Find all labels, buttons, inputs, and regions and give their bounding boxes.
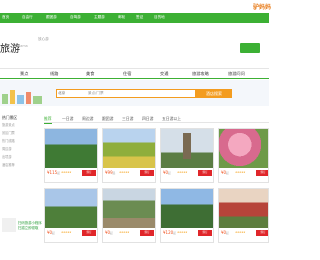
- sidebar-link[interactable]: 旅游景点: [2, 122, 15, 127]
- tab-routes[interactable]: 线路: [50, 71, 58, 77]
- buy-button[interactable]: 预订: [140, 170, 154, 176]
- site-logo[interactable]: 驴妈妈: [253, 2, 271, 11]
- buy-button[interactable]: 预订: [82, 230, 96, 236]
- price-unit: 起: [168, 172, 171, 175]
- tab-attractions[interactable]: 景点: [20, 71, 28, 77]
- qr-promo-line2: 扫描立即领取: [18, 226, 39, 230]
- top-strip: [0, 0, 269, 13]
- price-unit: 起: [52, 232, 55, 235]
- product-price: ¥0起: [47, 230, 55, 235]
- rating-stars: ★★★★★: [61, 171, 72, 174]
- price-value: ¥99: [105, 170, 113, 175]
- price-unit: 起: [57, 172, 60, 175]
- product-image[interactable]: [161, 189, 213, 228]
- product-image[interactable]: [45, 189, 97, 228]
- tab-food[interactable]: 美食: [86, 71, 94, 77]
- product-image[interactable]: [103, 189, 155, 228]
- product-card[interactable]: ¥0起 ★★★★★ 预订: [44, 188, 98, 243]
- search-input[interactable]: [56, 89, 196, 98]
- buy-button[interactable]: 预订: [198, 170, 212, 176]
- product-image[interactable]: [45, 129, 97, 168]
- search-keyword: 景点/门票: [88, 91, 104, 95]
- nav-item-group[interactable]: 跟团游: [46, 15, 57, 20]
- tab-hotel[interactable]: 住宿: [123, 71, 131, 77]
- tab-qa[interactable]: 旅游问问: [228, 71, 245, 77]
- product-card[interactable]: ¥0起 ★★★★★ 预订: [160, 128, 214, 183]
- buy-button[interactable]: 预订: [256, 170, 268, 176]
- product-image[interactable]: [161, 129, 213, 168]
- nav-item-visa[interactable]: 签证: [136, 15, 143, 20]
- product-card[interactable]: ¥0起 ★★★★★ 预订: [102, 188, 156, 243]
- nav-item-home[interactable]: 首页: [2, 15, 9, 20]
- product-price: ¥0起: [221, 230, 229, 235]
- sidebar-link[interactable]: 出境游: [2, 154, 12, 159]
- price-value: ¥120: [163, 230, 174, 235]
- price-unit: 起: [226, 232, 229, 235]
- product-price: ¥0起: [105, 230, 113, 235]
- rating-stars: ★★★★★: [235, 171, 246, 174]
- nav-item-cruise[interactable]: 邮轮: [118, 15, 125, 20]
- brand-tag: 放心游: [38, 37, 49, 41]
- price-unit: 起: [110, 232, 113, 235]
- price-value: ¥115: [47, 170, 58, 175]
- tab-guide[interactable]: 旅游攻略: [192, 71, 209, 77]
- city-skyline-illustration: [2, 90, 42, 104]
- main-nav: [0, 13, 269, 23]
- buy-button[interactable]: 预订: [256, 230, 268, 236]
- product-card[interactable]: ¥120起 ★★★★★ 预订: [160, 188, 214, 243]
- buy-button[interactable]: 预订: [198, 230, 212, 236]
- product-price: ¥99起: [105, 170, 115, 175]
- qr-promo: 扫码旅游小程序 扫描立即领取: [18, 221, 42, 231]
- qr-code-icon: [2, 218, 16, 232]
- rating-stars: ★★★★★: [235, 231, 246, 234]
- sidebar-title: 热门景区: [2, 115, 18, 120]
- nav-item-destination[interactable]: 目的地: [154, 15, 165, 20]
- product-card[interactable]: ¥0起 ★★★★★ 预订: [218, 188, 269, 243]
- product-image[interactable]: [219, 189, 268, 228]
- rating-stars: ★★★★★: [119, 231, 130, 234]
- product-price: ¥0起: [221, 170, 229, 175]
- product-price: ¥120起: [163, 230, 176, 235]
- rating-stars: ★★★★★: [119, 171, 130, 174]
- price-unit: 起: [173, 232, 176, 235]
- rating-stars: ★★★★★: [61, 231, 72, 234]
- product-price: ¥0起: [163, 170, 171, 175]
- sidebar-link[interactable]: 酒店推荐: [2, 162, 15, 167]
- product-image[interactable]: [219, 129, 268, 168]
- search-button[interactable]: 酒店搜索: [196, 89, 232, 98]
- mascot-icon[interactable]: [240, 43, 260, 53]
- nav-item-selfdrive[interactable]: 自驾游: [70, 15, 81, 20]
- pagoda-tower: [183, 133, 191, 159]
- nav-item-free[interactable]: 自由行: [22, 15, 33, 20]
- product-card[interactable]: ¥115起 ★★★★★ 预订: [44, 128, 98, 183]
- price-unit: 起: [226, 172, 229, 175]
- product-image[interactable]: [103, 129, 155, 168]
- nav-item-theme[interactable]: 主题游: [94, 15, 105, 20]
- sidebar-link[interactable]: 周边游: [2, 146, 12, 151]
- sidebar-link[interactable]: 景区门票: [2, 130, 15, 135]
- product-card[interactable]: ¥0起 ★★★★★ 预订: [218, 128, 269, 183]
- page-subtitle: lvmama: [14, 44, 28, 48]
- buy-button[interactable]: 预订: [140, 230, 154, 236]
- filter-divider: [44, 122, 269, 123]
- product-price: ¥115起: [47, 170, 60, 175]
- buy-button[interactable]: 预订: [82, 170, 96, 176]
- search-city-select[interactable]: 北京: [58, 91, 65, 96]
- sidebar-link[interactable]: 热门线路: [2, 138, 15, 143]
- price-unit: 起: [112, 172, 116, 175]
- product-card[interactable]: ¥99起 ★★★★★ 预订: [102, 128, 156, 183]
- rating-stars: ★★★★★: [177, 231, 188, 234]
- rating-stars: ★★★★★: [177, 171, 188, 174]
- tab-transport[interactable]: 交通: [160, 71, 168, 77]
